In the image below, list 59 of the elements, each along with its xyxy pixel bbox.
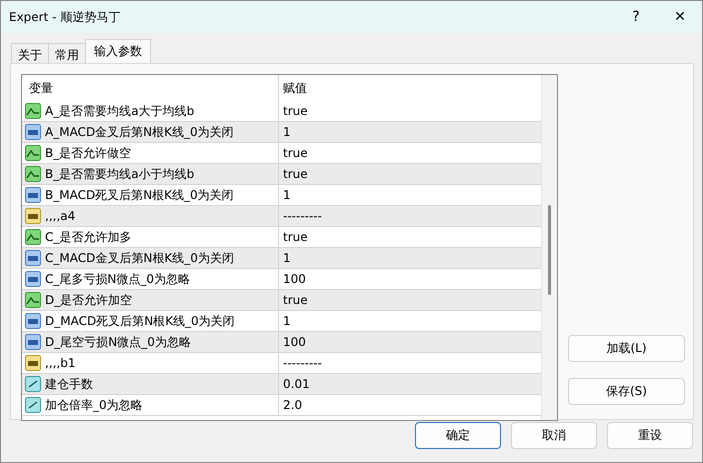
parameter-name: 建仓手数 — [45, 376, 93, 392]
parameter-name: B_MACD死叉后第N根K线_0为关闭 — [45, 186, 234, 204]
parameter-value[interactable]: 2.0 — [279, 398, 302, 412]
dialog-button[interactable]: 重设 — [607, 422, 693, 449]
text-icon — [25, 208, 41, 224]
tab[interactable]: 常用 — [48, 43, 86, 63]
parameter-name: ,,,,b1 — [45, 356, 76, 370]
scrollbar[interactable] — [541, 75, 557, 420]
close-button[interactable]: ✕ — [658, 1, 702, 33]
number-icon — [25, 271, 41, 287]
parameter-name: D_MACD死叉后第N根K线_0为关闭 — [45, 312, 235, 330]
parameter-name: A_是否需要均线a大于均线b — [45, 102, 194, 120]
parameter-value[interactable]: --------- — [279, 209, 322, 223]
parameter-value[interactable]: true — [279, 146, 308, 160]
parameter-name: B_是否需要均线a小于均线b — [45, 166, 194, 182]
column-header: 变量 — [29, 80, 53, 96]
side-button[interactable]: 保存(S) — [568, 378, 685, 405]
parameter-name: 加仓倍率_0为忽略 — [45, 396, 143, 414]
parameter-name: C_是否允许加多 — [45, 228, 132, 246]
parameter-value[interactable]: true — [279, 104, 308, 118]
chart-icon — [25, 103, 41, 119]
chart-icon — [25, 145, 41, 161]
fraction-icon — [25, 376, 41, 392]
number-icon — [25, 334, 41, 350]
chart-icon — [25, 292, 41, 308]
dialog-button[interactable]: 取消 — [511, 422, 597, 449]
text-icon — [25, 355, 41, 371]
parameter-name: ,,,,a4 — [45, 209, 76, 223]
parameter-value[interactable]: 1 — [279, 188, 291, 202]
side-button[interactable]: 加载(L) — [568, 335, 685, 362]
chart-icon — [25, 229, 41, 245]
parameter-value[interactable]: 100 — [279, 335, 306, 349]
chart-icon — [25, 166, 41, 182]
number-icon — [25, 250, 41, 266]
parameter-value[interactable]: 1 — [279, 251, 291, 265]
parameter-value[interactable]: true — [279, 230, 308, 244]
help-button[interactable]: ? — [614, 1, 658, 33]
parameter-name: D_尾空亏损N微点_0为忽略 — [45, 334, 191, 350]
dialog-button[interactable]: 确定 — [415, 422, 501, 449]
parameter-name: B_是否允许做空 — [45, 144, 132, 162]
tab[interactable]: 关于 — [11, 43, 49, 63]
parameter-value[interactable]: --------- — [279, 356, 322, 370]
number-icon — [25, 124, 41, 140]
parameter-value[interactable]: true — [279, 167, 308, 181]
column-header: 赋值 — [282, 80, 307, 96]
parameter-name: D_是否允许加空 — [45, 292, 132, 308]
parameter-name: A_MACD金叉后第N根K线_0为关闭 — [45, 124, 234, 140]
parameter-value[interactable]: 1 — [279, 314, 291, 328]
parameter-value[interactable]: 0.01 — [279, 377, 310, 391]
parameter-name: C_MACD金叉后第N根K线_0为关闭 — [45, 250, 234, 266]
parameter-value[interactable]: 1 — [279, 125, 291, 139]
tab[interactable]: 输入参数 — [85, 39, 151, 63]
parameter-value[interactable]: 100 — [279, 272, 306, 286]
number-icon — [25, 187, 41, 203]
number-icon — [25, 313, 41, 329]
parameter-name: C_尾多亏损N微点_0为忽略 — [45, 270, 190, 288]
window-title: Expert - 顺逆势马丁 — [9, 8, 122, 26]
parameter-value[interactable]: true — [279, 293, 308, 307]
fraction-icon — [25, 397, 41, 413]
